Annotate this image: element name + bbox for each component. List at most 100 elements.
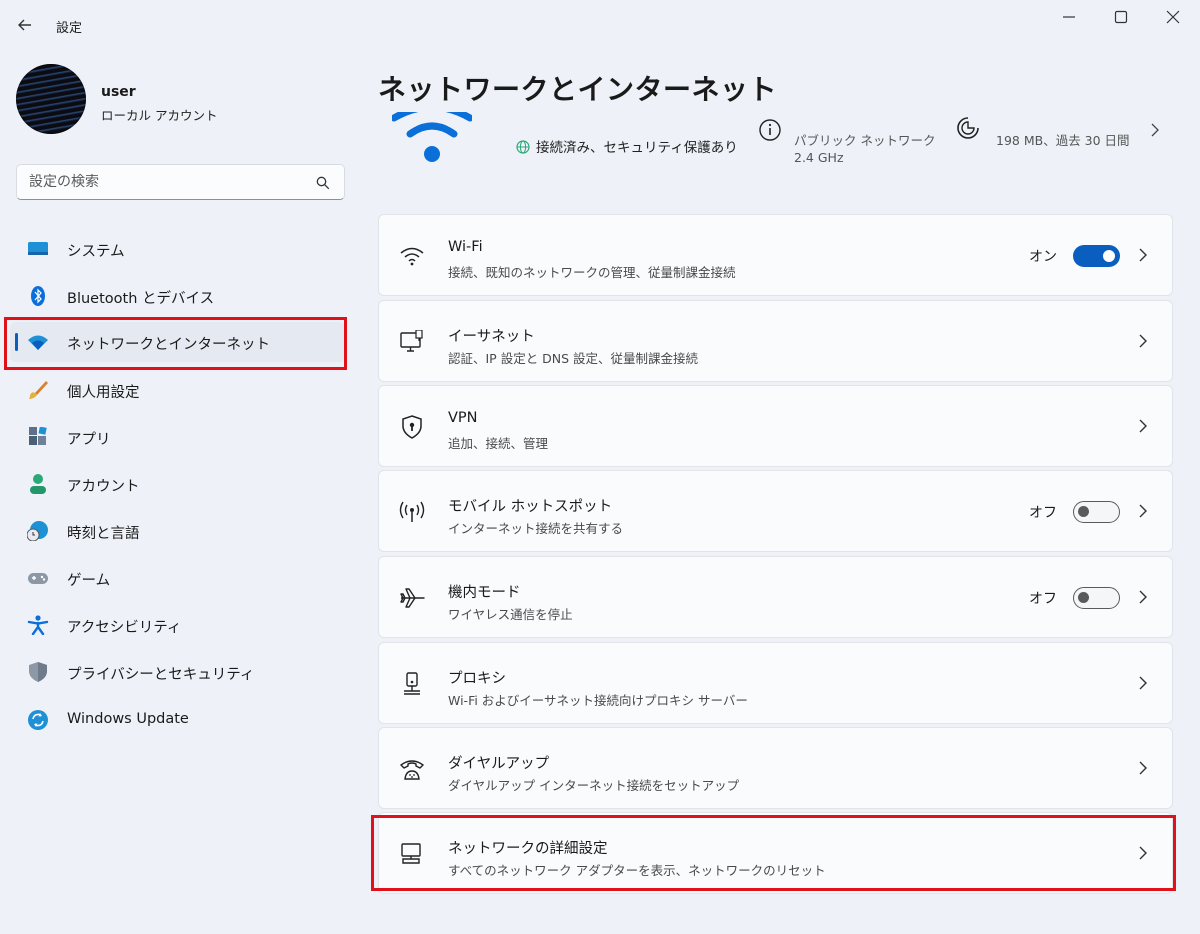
card-description: ワイヤレス通信を停止: [448, 607, 573, 622]
card-title: 機内モード: [448, 585, 521, 601]
card-description: すべてのネットワーク アダプターを表示、ネットワークのリセット: [448, 863, 826, 878]
sidebar-item-windows-update[interactable]: Windows Update: [10, 700, 345, 740]
sidebar-item-system[interactable]: システム: [10, 229, 345, 269]
network-properties-icon[interactable]: [758, 118, 782, 142]
card-dialup[interactable]: ダイヤルアップ ダイヤルアップ インターネット接続をセットアップ: [378, 727, 1173, 809]
chevron-right-icon[interactable]: [1138, 760, 1148, 776]
sidebar-item-label: Bluetooth とデバイス: [67, 291, 215, 307]
accessibility-icon: [27, 615, 49, 635]
hotspot-toggle[interactable]: [1073, 501, 1120, 523]
card-description: 追加、接続、管理: [448, 436, 549, 451]
card-description: 認証、IP 設定と DNS 設定、従量制課金接続: [448, 351, 699, 366]
wifi-status-icon: [392, 112, 472, 162]
data-usage: 198 MB、過去 30 日間: [996, 133, 1130, 148]
card-description: ダイヤルアップ インターネット接続をセットアップ: [448, 778, 740, 793]
sidebar-item-label: 個人用設定: [67, 385, 140, 401]
sidebar-item-label: プライバシーとセキュリティ: [67, 667, 255, 683]
sidebar-item-accessibility[interactable]: アクセシビリティ: [10, 605, 345, 645]
card-title: プロキシ: [448, 671, 506, 687]
card-wifi[interactable]: Wi-Fi 接続、既知のネットワークの管理、従量制課金接続 オン: [378, 214, 1173, 296]
card-title: VPN: [448, 410, 478, 426]
globe-icon: [516, 140, 530, 154]
monitor-icon: [28, 242, 48, 255]
network-type: パブリック ネットワーク: [794, 133, 936, 148]
chevron-right-icon[interactable]: [1138, 845, 1148, 861]
sidebar-item-label: システム: [67, 244, 125, 260]
bluetooth-icon: [31, 286, 45, 306]
chevron-right-icon[interactable]: [1138, 333, 1148, 349]
sync-icon: [28, 710, 48, 730]
dialup-icon: [400, 760, 424, 780]
page-title: ネットワークとインターネット: [378, 73, 778, 106]
card-mobile-hotspot[interactable]: モバイル ホットスポット インターネット接続を共有する オフ: [378, 470, 1173, 552]
avatar[interactable]: [16, 64, 86, 134]
card-description: インターネット接続を共有する: [448, 521, 624, 536]
user-name: user: [101, 84, 136, 100]
sidebar-item-bluetooth[interactable]: Bluetooth とデバイス: [10, 276, 345, 316]
sidebar-item-network[interactable]: ネットワークとインターネット: [10, 322, 345, 362]
card-vpn[interactable]: VPN 追加、接続、管理: [378, 385, 1173, 467]
network-pc-icon: [401, 843, 421, 864]
wifi-icon: [28, 335, 48, 350]
sidebar-item-accounts[interactable]: アカウント: [10, 464, 345, 504]
card-airplane-mode[interactable]: 機内モード ワイヤレス通信を停止 オフ: [378, 556, 1173, 638]
card-title: ネットワークの詳細設定: [448, 841, 608, 857]
chevron-right-icon[interactable]: [1138, 418, 1148, 434]
minimize-icon[interactable]: [1054, 6, 1084, 28]
wifi-toggle[interactable]: [1073, 245, 1120, 267]
card-title: ダイヤルアップ: [448, 756, 550, 772]
proxy-icon: [404, 672, 420, 695]
card-description: Wi-Fi およびイーサネット接続向けプロキシ サーバー: [448, 693, 748, 708]
ethernet-icon: [400, 330, 423, 352]
close-icon[interactable]: [1158, 6, 1188, 28]
chevron-right-icon[interactable]: [1138, 675, 1148, 691]
apps-icon: [29, 427, 47, 445]
sidebar-item-privacy[interactable]: プライバシーとセキュリティ: [10, 652, 345, 692]
chevron-right-icon[interactable]: [1138, 589, 1148, 605]
sidebar-item-time-language[interactable]: 時刻と言語: [10, 511, 345, 551]
app-title: 設定: [56, 21, 83, 36]
sidebar-item-label: ネットワークとインターネット: [67, 337, 270, 353]
search-icon[interactable]: [316, 176, 330, 190]
back-arrow-icon[interactable]: [14, 14, 36, 36]
airplane-icon: [400, 588, 425, 608]
connection-status-text: 接続済み、セキュリティ保護あり: [536, 140, 736, 156]
data-usage-icon[interactable]: [956, 116, 980, 140]
airplane-mode-toggle[interactable]: [1073, 587, 1120, 609]
sidebar-item-apps[interactable]: アプリ: [10, 417, 345, 457]
hotspot-icon: [399, 501, 425, 522]
card-title: イーサネット: [448, 329, 535, 345]
sidebar-item-label: Windows Update: [67, 711, 189, 727]
sidebar-item-personalization[interactable]: 個人用設定: [10, 370, 345, 410]
sidebar-item-label: 時刻と言語: [67, 526, 140, 542]
card-advanced-network-settings[interactable]: ネットワークの詳細設定 すべてのネットワーク アダプターを表示、ネットワークのリ…: [378, 812, 1173, 894]
chevron-right-icon[interactable]: [1150, 122, 1160, 138]
gamepad-icon: [28, 573, 48, 584]
vpn-shield-icon: [402, 415, 422, 439]
sidebar-item-label: アカウント: [67, 479, 140, 495]
globe-clock-icon: [27, 521, 48, 541]
account-type: ローカル アカウント: [101, 108, 218, 123]
wifi-icon: [400, 247, 424, 266]
card-title: Wi-Fi: [448, 239, 483, 255]
card-title: モバイル ホットスポット: [448, 499, 613, 515]
toggle-state-label: オフ: [1029, 505, 1057, 521]
brush-icon: [29, 381, 48, 399]
search-input[interactable]: [29, 172, 309, 192]
network-status-panel[interactable]: 接続済み、セキュリティ保護あり パブリック ネットワーク 2.4 GHz 198…: [378, 112, 1178, 182]
card-ethernet[interactable]: イーサネット 認証、IP 設定と DNS 設定、従量制課金接続: [378, 300, 1173, 382]
sidebar-item-label: アプリ: [67, 432, 111, 448]
chevron-right-icon[interactable]: [1138, 503, 1148, 519]
toggle-state-label: オン: [1029, 249, 1057, 265]
search-box[interactable]: [16, 164, 345, 200]
title-bar: 設定: [0, 0, 1200, 50]
network-band: 2.4 GHz: [794, 150, 844, 165]
sidebar-item-label: ゲーム: [67, 573, 111, 589]
chevron-right-icon[interactable]: [1138, 247, 1148, 263]
maximize-icon[interactable]: [1106, 6, 1136, 28]
card-proxy[interactable]: プロキシ Wi-Fi およびイーサネット接続向けプロキシ サーバー: [378, 642, 1173, 724]
toggle-state-label: オフ: [1029, 591, 1057, 607]
person-icon: [30, 474, 46, 494]
sidebar-item-gaming[interactable]: ゲーム: [10, 558, 345, 598]
shield-icon: [29, 662, 47, 682]
